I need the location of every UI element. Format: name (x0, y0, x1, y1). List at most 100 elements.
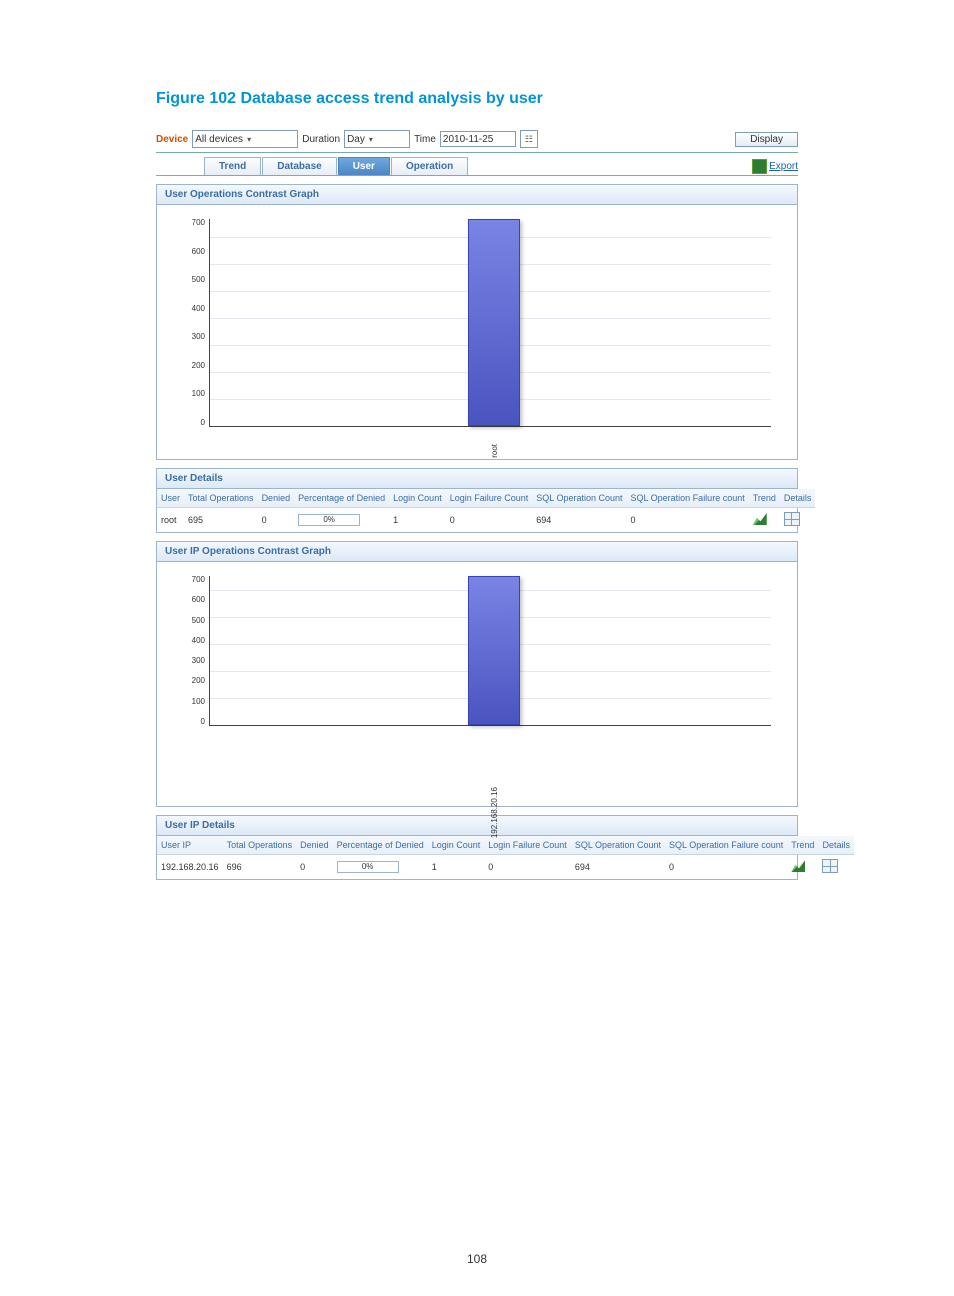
userip-details-table: User IP Total Operations Denied Percenta… (157, 836, 854, 879)
cell-sql: 694 (532, 508, 626, 533)
col-total[interactable]: Total Operations (184, 489, 258, 508)
cell-pct-denied: 0% (294, 508, 389, 533)
cell-userip: 192.168.20.16 (157, 855, 223, 880)
device-label: Device (156, 134, 188, 145)
tabs-row: Trend Database User Operation Export (156, 157, 798, 176)
tab-trend[interactable]: Trend (204, 157, 261, 175)
col-sql-fail[interactable]: SQL Operation Failure count (665, 836, 787, 855)
trend-icon (753, 513, 767, 525)
time-label: Time (414, 134, 436, 145)
cell-login: 1 (389, 508, 446, 533)
cell-trend[interactable] (749, 508, 780, 533)
chart-user-ops: 700 600 500 400 300 200 100 0 root (171, 219, 783, 449)
chart-plot (209, 576, 771, 726)
cell-sql-fail: 0 (665, 855, 787, 880)
col-total[interactable]: Total Operations (223, 836, 297, 855)
chart-bar-ip (468, 576, 520, 726)
details-icon (784, 512, 800, 526)
cell-user: root (157, 508, 184, 533)
pct-bar: 0% (337, 861, 399, 873)
pct-bar: 0% (298, 514, 360, 526)
panel-body: User Total Operations Denied Percentage … (157, 489, 797, 532)
panel-title: User Operations Contrast Graph (157, 185, 797, 205)
col-sql[interactable]: SQL Operation Count (532, 489, 626, 508)
duration-label: Duration (302, 134, 340, 145)
col-sql[interactable]: SQL Operation Count (571, 836, 665, 855)
cell-sql: 694 (571, 855, 665, 880)
page-number: 108 (0, 1252, 954, 1266)
col-pct-denied[interactable]: Percentage of Denied (294, 489, 389, 508)
export-label: Export (769, 161, 798, 172)
user-details-table: User Total Operations Denied Percentage … (157, 489, 815, 532)
cell-trend[interactable] (787, 855, 818, 880)
tab-database[interactable]: Database (262, 157, 336, 175)
tab-user[interactable]: User (338, 157, 390, 175)
col-details[interactable]: Details (780, 489, 816, 508)
device-select[interactable]: All devices ▾ (192, 130, 298, 148)
panel-title: User IP Details (157, 816, 797, 836)
col-userip[interactable]: User IP (157, 836, 223, 855)
cell-login: 1 (428, 855, 485, 880)
chart-x-label: root (490, 444, 499, 458)
col-sql-fail[interactable]: SQL Operation Failure count (626, 489, 748, 508)
details-icon (822, 859, 838, 873)
panel-user-ops-graph: User Operations Contrast Graph 700 600 5… (156, 184, 798, 460)
panel-user-details: User Details User Total Operations Denie… (156, 468, 798, 533)
calendar-icon[interactable]: ☷ (520, 130, 538, 148)
col-login[interactable]: Login Count (428, 836, 485, 855)
chart-y-ticks: 700 600 500 400 300 200 100 0 (171, 219, 205, 427)
display-button[interactable]: Display (735, 132, 798, 147)
cell-denied: 0 (296, 855, 333, 880)
chart-x-area: root (209, 427, 771, 449)
export-link[interactable]: Export (752, 159, 798, 174)
tab-operation[interactable]: Operation (391, 157, 468, 175)
cell-login-fail: 0 (484, 855, 571, 880)
col-user[interactable]: User (157, 489, 184, 508)
panel-body: 700 600 500 400 300 200 100 0 192.168.20… (157, 562, 797, 806)
col-pct-denied[interactable]: Percentage of Denied (333, 836, 428, 855)
cell-denied: 0 (258, 508, 295, 533)
chart-y-ticks: 700 600 500 400 300 200 100 0 (171, 576, 205, 726)
chart-x-area: 192.168.20.16 (209, 726, 771, 796)
chart-plot (209, 219, 771, 427)
duration-select[interactable]: Day ▾ (344, 130, 410, 148)
panel-body: User IP Total Operations Denied Percenta… (157, 836, 797, 879)
cell-sql-fail: 0 (626, 508, 748, 533)
chart-bar-root (468, 219, 520, 426)
app-container: Device All devices ▾ Duration Day ▾ Time… (156, 130, 798, 880)
chevron-down-icon: ▾ (247, 135, 251, 144)
cell-login-fail: 0 (446, 508, 533, 533)
panel-userip-ops-graph: User IP Operations Contrast Graph 700 60… (156, 541, 798, 807)
panel-userip-details: User IP Details User IP Total Operations… (156, 815, 798, 880)
col-login-fail[interactable]: Login Failure Count (484, 836, 571, 855)
trend-icon (791, 860, 805, 872)
col-login[interactable]: Login Count (389, 489, 446, 508)
col-denied[interactable]: Denied (296, 836, 333, 855)
cell-total: 696 (223, 855, 297, 880)
chart-userip-ops: 700 600 500 400 300 200 100 0 192.168.20… (171, 576, 783, 796)
cell-pct-denied: 0% (333, 855, 428, 880)
cell-total: 695 (184, 508, 258, 533)
time-input[interactable]: 2010-11-25 (440, 131, 516, 147)
col-login-fail[interactable]: Login Failure Count (446, 489, 533, 508)
filter-row: Device All devices ▾ Duration Day ▾ Time… (156, 130, 798, 153)
panel-body: 700 600 500 400 300 200 100 0 root (157, 205, 797, 459)
chart-x-label: 192.168.20.16 (490, 787, 499, 838)
table-row: 192.168.20.16 696 0 0% 1 0 694 0 (157, 855, 854, 880)
panel-title: User IP Operations Contrast Graph (157, 542, 797, 562)
cell-details[interactable] (818, 855, 854, 880)
col-trend[interactable]: Trend (749, 489, 780, 508)
table-header-row: User Total Operations Denied Percentage … (157, 489, 815, 508)
panel-title: User Details (157, 469, 797, 489)
time-input-value: 2010-11-25 (443, 134, 493, 145)
col-details[interactable]: Details (818, 836, 854, 855)
duration-select-value: Day (347, 134, 365, 145)
col-trend[interactable]: Trend (787, 836, 818, 855)
chevron-down-icon: ▾ (369, 135, 373, 144)
table-header-row: User IP Total Operations Denied Percenta… (157, 836, 854, 855)
device-select-value: All devices (195, 134, 243, 145)
figure-title: Figure 102 Database access trend analysi… (156, 90, 798, 108)
col-denied[interactable]: Denied (258, 489, 295, 508)
table-row: root 695 0 0% 1 0 694 0 (157, 508, 815, 533)
cell-details[interactable] (780, 508, 816, 533)
